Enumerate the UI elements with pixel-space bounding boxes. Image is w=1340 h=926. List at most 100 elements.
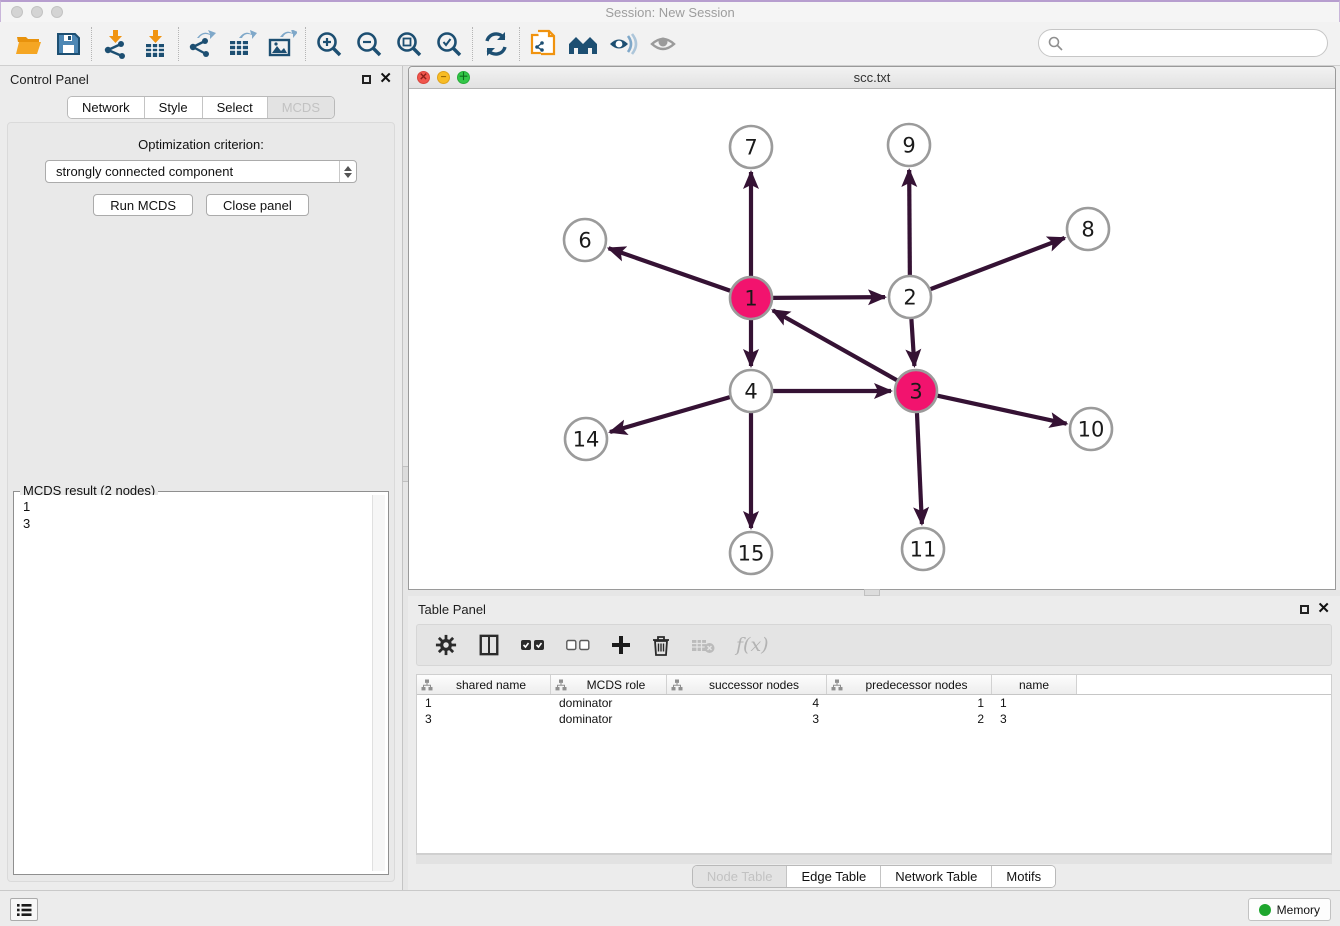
column-header-MCDS-role[interactable]: MCDS role xyxy=(551,675,667,694)
status-bar: Memory xyxy=(0,890,1340,926)
optimization-criterion-label: Optimization criterion: xyxy=(8,137,394,152)
open-file-icon[interactable] xyxy=(8,26,48,62)
show-all-icon[interactable] xyxy=(643,26,683,62)
toolbar-separator xyxy=(178,27,179,61)
graph-edge-3-1[interactable] xyxy=(773,310,897,380)
zoom-out-icon[interactable] xyxy=(349,26,389,62)
export-network-icon[interactable] xyxy=(182,26,222,62)
table-panel: Table Panel ✕ xyxy=(408,596,1340,890)
export-table-icon[interactable] xyxy=(222,26,262,62)
graph-edge-4-14[interactable] xyxy=(610,397,730,432)
table-panel-title: Table Panel xyxy=(418,602,486,617)
graph-edge-3-11[interactable] xyxy=(917,413,922,524)
clone-network-icon[interactable] xyxy=(523,26,563,62)
hide-selected-icon[interactable] xyxy=(603,26,643,62)
network-graph: 1234678910111415 xyxy=(409,89,1335,589)
column-header-shared-name[interactable]: shared name xyxy=(417,675,551,694)
deselect-all-icon[interactable] xyxy=(566,638,590,652)
control-panel: Control Panel ✕ Network Style Select MCD… xyxy=(0,66,402,890)
graph-edge-2-8[interactable] xyxy=(931,238,1065,289)
table-cell[interactable]: dominator xyxy=(551,712,667,726)
run-mcds-button[interactable]: Run MCDS xyxy=(93,194,193,216)
import-table-icon[interactable] xyxy=(135,26,175,62)
titlebar: Session: New Session xyxy=(0,0,1340,22)
graph-node-label: 1 xyxy=(744,287,757,311)
tab-network[interactable]: Network xyxy=(68,97,145,118)
table-cell[interactable]: 3 xyxy=(417,712,551,726)
table-row[interactable]: 1dominator411 xyxy=(417,695,1331,711)
zoom-selected-icon[interactable] xyxy=(429,26,469,62)
graph-node-label: 3 xyxy=(909,380,922,404)
export-image-icon[interactable] xyxy=(262,26,302,62)
result-scrollbar[interactable] xyxy=(372,495,385,871)
import-network-icon[interactable] xyxy=(95,26,135,62)
close-table-panel-icon[interactable]: ✕ xyxy=(1317,604,1330,614)
toolbar-separator xyxy=(472,27,473,61)
table-cell[interactable]: 2 xyxy=(827,712,992,726)
column-header-successor-nodes[interactable]: successor nodes xyxy=(667,675,827,694)
main-toolbar xyxy=(0,22,1340,66)
graph-edge-1-2[interactable] xyxy=(773,297,885,298)
search-box xyxy=(1038,29,1328,57)
first-neighbors-icon[interactable] xyxy=(563,26,603,62)
memory-button[interactable]: Memory xyxy=(1248,898,1331,921)
table-cell[interactable]: 3 xyxy=(667,712,827,726)
graph-edge-1-6[interactable] xyxy=(609,248,731,290)
session-title: Session: New Session xyxy=(1,5,1339,20)
graph-node-label: 8 xyxy=(1081,218,1094,242)
search-icon xyxy=(1048,36,1063,51)
column-header-predecessor-nodes[interactable]: predecessor nodes xyxy=(827,675,992,694)
zoom-in-icon[interactable] xyxy=(309,26,349,62)
add-row-icon[interactable] xyxy=(611,635,631,655)
list-icon xyxy=(16,903,32,917)
graph-edge-3-10[interactable] xyxy=(937,396,1066,424)
apply-layout-icon[interactable] xyxy=(476,26,516,62)
tab-edge-table[interactable]: Edge Table xyxy=(787,866,881,887)
delete-table-icon[interactable] xyxy=(691,637,715,654)
table-cell[interactable]: 1 xyxy=(827,696,992,710)
graph-node-label: 11 xyxy=(910,538,937,562)
table-cell[interactable]: dominator xyxy=(551,696,667,710)
graph-node-label: 6 xyxy=(578,229,591,253)
horizontal-splitter-handle[interactable] xyxy=(864,589,880,596)
float-panel-icon[interactable] xyxy=(362,75,371,84)
task-history-button[interactable] xyxy=(10,898,38,921)
close-panel-icon[interactable]: ✕ xyxy=(379,74,392,84)
table-toolbar: f(x) xyxy=(416,624,1332,666)
graph-edge-2-9[interactable] xyxy=(909,170,910,275)
column-type-icon xyxy=(671,679,683,691)
tab-mcds[interactable]: MCDS xyxy=(268,97,334,118)
graph-node-label: 14 xyxy=(573,428,600,452)
toolbar-separator xyxy=(519,27,520,61)
gear-icon[interactable] xyxy=(435,634,457,656)
tab-style[interactable]: Style xyxy=(145,97,203,118)
graph-edge-2-3[interactable] xyxy=(911,319,914,366)
table-row[interactable]: 3dominator323 xyxy=(417,711,1331,727)
table-cell[interactable]: 4 xyxy=(667,696,827,710)
columns-icon[interactable] xyxy=(478,634,500,656)
table-cell[interactable]: 1 xyxy=(992,696,1077,710)
table-cell[interactable]: 1 xyxy=(417,696,551,710)
delete-icon[interactable] xyxy=(652,635,670,656)
graph-node-label: 10 xyxy=(1078,418,1105,442)
tab-motifs[interactable]: Motifs xyxy=(992,866,1055,887)
close-panel-button[interactable]: Close panel xyxy=(206,194,309,216)
search-input[interactable] xyxy=(1068,32,1327,54)
zoom-fit-icon[interactable] xyxy=(389,26,429,62)
column-header-name[interactable]: name xyxy=(992,675,1077,694)
select-all-icon[interactable] xyxy=(521,638,545,652)
tab-select[interactable]: Select xyxy=(203,97,268,118)
table-cell[interactable]: 3 xyxy=(992,712,1077,726)
tab-node-table[interactable]: Node Table xyxy=(693,866,788,887)
network-canvas[interactable]: 1234678910111415 xyxy=(409,89,1335,589)
table-footer-strip xyxy=(416,854,1332,864)
tab-network-table[interactable]: Network Table xyxy=(881,866,992,887)
memory-status-icon xyxy=(1259,904,1271,916)
float-table-panel-icon[interactable] xyxy=(1300,605,1309,614)
function-builder-icon[interactable]: f(x) xyxy=(736,634,769,656)
network-view-window: ✕ − ＋ scc.txt 1234678910111415 xyxy=(408,66,1336,590)
save-session-icon[interactable] xyxy=(48,26,88,62)
column-type-icon xyxy=(831,679,843,691)
control-panel-title: Control Panel xyxy=(10,72,89,87)
optimization-criterion-select[interactable]: strongly connected component xyxy=(45,160,357,183)
